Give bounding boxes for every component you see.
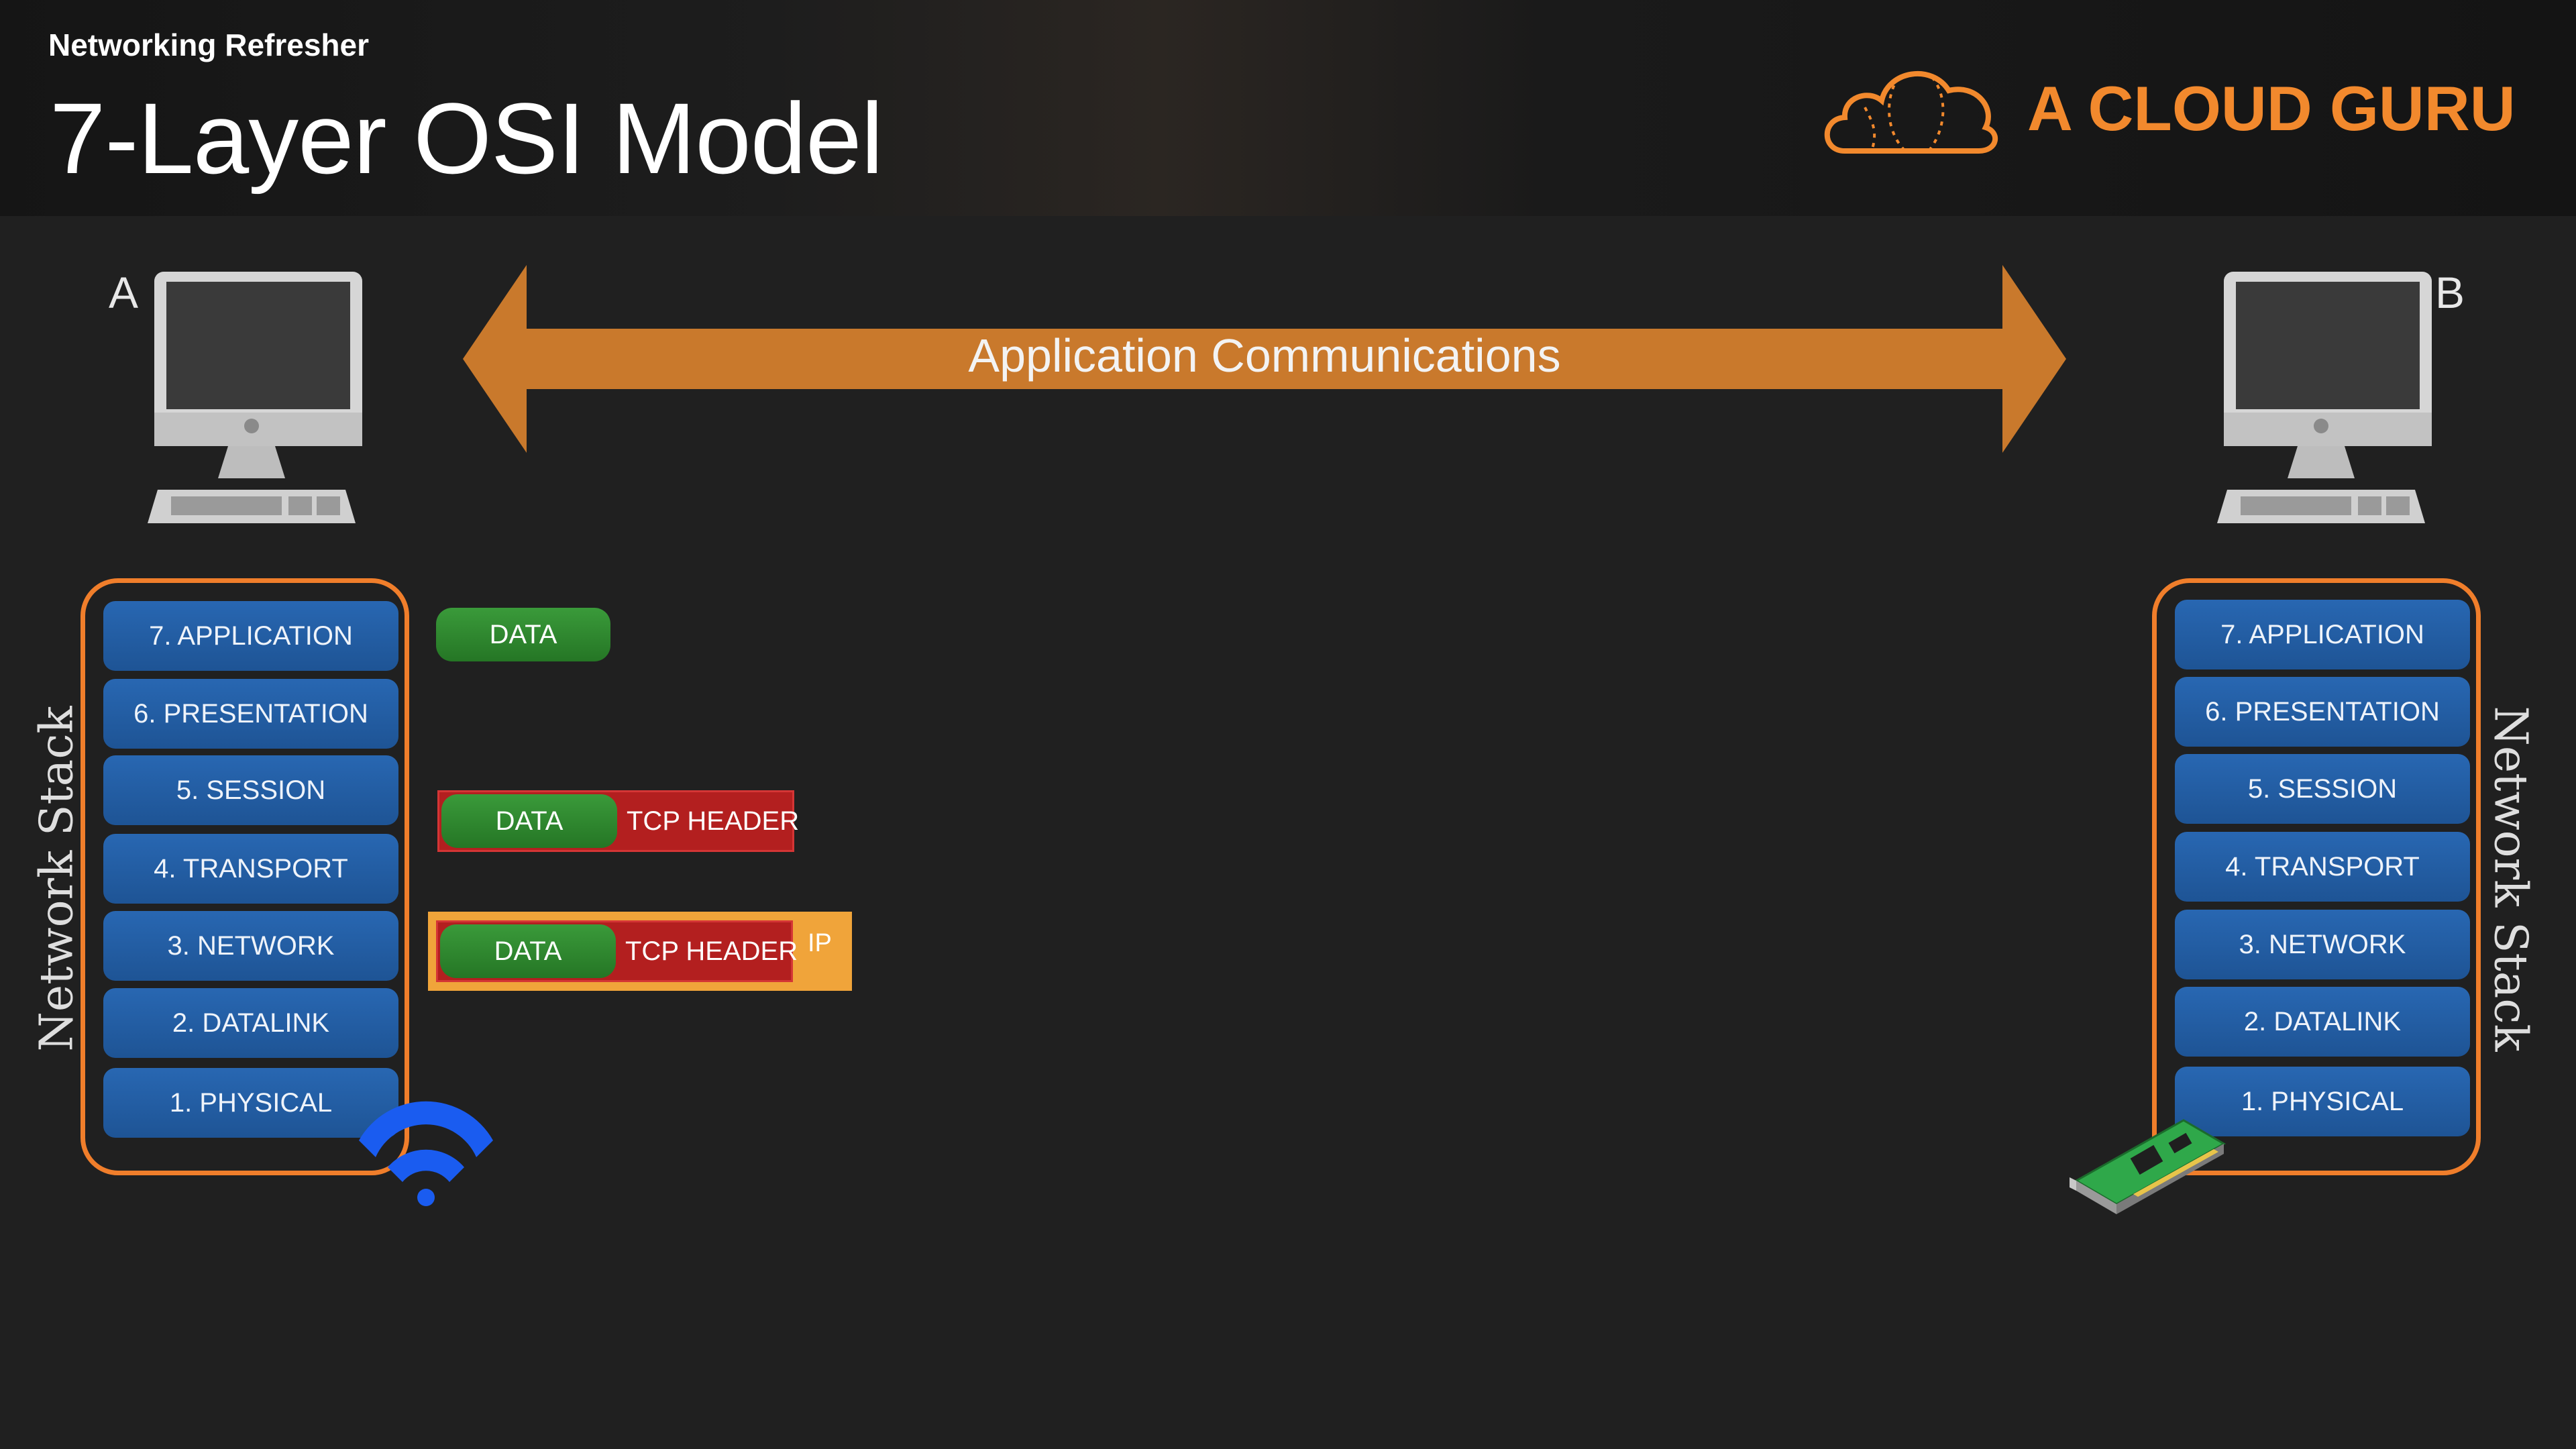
layer-datalink-a: 2. DATALINK [103, 988, 398, 1058]
application-communications-label: Application Communications [968, 329, 1561, 382]
logo-text: A CLOUD GURU [2027, 73, 2516, 144]
layer-presentation-b: 6. PRESENTATION [2175, 677, 2470, 747]
layer-application-b: 7. APPLICATION [2175, 600, 2470, 669]
network-stack-b-title: Network Stack [2483, 706, 2537, 1052]
layer-application-a: 7. APPLICATION [103, 601, 398, 671]
cloud-icon [1824, 71, 1998, 154]
tcp-header-label-network: TCP HEADER [625, 936, 798, 966]
layer-transport-a: 4. TRANSPORT [103, 834, 398, 904]
computer-a-label: A [109, 268, 139, 317]
layer-presentation-a: 6. PRESENTATION [103, 679, 398, 749]
desktop-computer-icon [2217, 272, 2432, 523]
layer-network-b: 3. NETWORK [2175, 910, 2470, 979]
network-card-icon [2070, 1119, 2226, 1214]
layer-transport-b: 4. TRANSPORT [2175, 832, 2470, 902]
layer-physical-a: 1. PHYSICAL [103, 1068, 398, 1138]
data-segment-transport: DATA [441, 794, 617, 848]
data-segment-network: DATA [440, 924, 616, 978]
layer-session-b: 5. SESSION [2175, 754, 2470, 824]
tcp-header-label-transport: TCP HEADER [627, 806, 800, 836]
layer-datalink-b: 2. DATALINK [2175, 987, 2470, 1057]
data-segment-application: DATA [436, 608, 610, 661]
layer-session-a: 5. SESSION [103, 755, 398, 825]
ip-header-label: IP [808, 929, 832, 957]
wifi-icon [359, 1101, 493, 1206]
computer-b-label: B [2435, 268, 2465, 317]
slide-title: 7-Layer OSI Model [50, 82, 883, 195]
network-stack-a-title: Network Stack [30, 706, 84, 1052]
slide-subtitle: Networking Refresher [48, 28, 370, 62]
desktop-computer-icon [148, 272, 362, 523]
slide-header: Networking Refresher 7-Layer OSI Model A… [0, 0, 2576, 216]
layer-network-a: 3. NETWORK [103, 911, 398, 981]
